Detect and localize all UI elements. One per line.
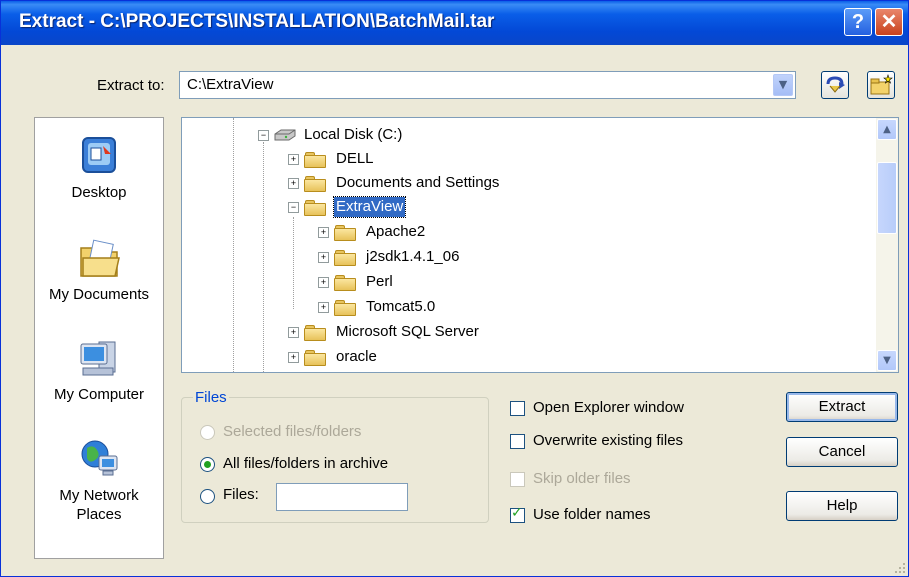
files-input[interactable] [276,483,408,511]
scroll-down-icon[interactable]: ▼ [877,350,897,371]
extract-button[interactable]: Extract [786,392,898,422]
extract-to-value: C:\ExtraView [187,76,274,93]
overwrite-label: Overwrite existing files [533,432,684,449]
desktop-icon [75,134,123,180]
scroll-up-icon[interactable]: ▲ [877,119,897,140]
expand-icon[interactable]: + [288,327,299,338]
expand-icon[interactable]: + [318,277,329,288]
folder-icon [304,325,326,341]
place-network[interactable]: My Network Places [35,436,163,524]
tree-label: DELL [336,150,374,167]
places-bar: Desktop My Documents My Computer My Netw… [34,117,164,559]
place-desktop[interactable]: Desktop [35,134,163,201]
place-label-network: My Network Places [59,487,139,523]
folder-return-icon [826,76,845,93]
place-label-desktop: Desktop [71,184,127,201]
expand-icon[interactable]: + [318,302,329,313]
network-places-icon [75,436,123,482]
folder-icon [304,152,326,168]
open-explorer-label: Open Explorer window [533,399,684,416]
extract-dialog: Extract - C:\PROJECTS\INSTALLATION\Batch… [0,0,909,577]
expand-icon[interactable]: + [318,227,329,238]
files-radio[interactable] [200,489,215,504]
use-folder-names-checkbox[interactable]: ✓ [510,505,525,523]
files-label: Files: [223,486,259,503]
place-label-my-documents: My Documents [48,286,150,303]
expand-icon[interactable]: + [288,352,299,363]
collapse-icon[interactable]: − [258,130,269,141]
skip-older-checkbox[interactable] [510,472,525,487]
tree-label: Tomcat5.0 [366,298,436,315]
files-group-title: Files [193,389,229,406]
hard-drive-icon [274,129,296,141]
window-title: Extract - C:\PROJECTS\INSTALLATION\Batch… [19,11,495,32]
tree-label: Perl [366,273,393,290]
extract-to-combobox[interactable]: C:\ExtraView ▼ [179,71,796,99]
expand-icon[interactable]: + [288,178,299,189]
cancel-button[interactable]: Cancel [786,437,898,467]
tree-scrollbar[interactable]: ▲ ▼ [876,118,898,372]
open-folder-icon [304,200,326,216]
tree-line [233,118,234,372]
use-folder-names-label: Use folder names [533,506,651,523]
title-bar[interactable]: Extract - C:\PROJECTS\INSTALLATION\Batch… [1,1,908,45]
tree-label: Apache2 [366,223,426,240]
new-folder-button[interactable] [867,71,895,99]
my-computer-icon [75,336,123,382]
tree-label-selected: ExtraView [332,196,407,218]
checkmark-icon: ✓ [511,505,523,521]
folder-icon [304,176,326,192]
close-button[interactable]: ✕ [875,8,903,36]
my-documents-icon [75,236,123,282]
folder-tree[interactable]: − Local Disk (C:) + DELL + Documents and… [181,117,899,373]
scroll-thumb[interactable] [877,162,897,234]
tree-label: Microsoft SQL Server [336,323,479,340]
folder-icon [334,300,356,316]
chevron-down-icon[interactable]: ▼ [773,74,793,96]
tree-label: oracle [336,348,377,365]
selected-files-label: Selected files/folders [223,423,362,440]
help-title-button[interactable]: ? [844,8,872,36]
tree-label: Documents and Settings [336,174,500,191]
overwrite-checkbox[interactable] [510,434,525,449]
extract-to-label: Extract to: [97,77,165,94]
new-folder-icon [870,74,893,95]
selected-files-radio[interactable] [200,425,215,440]
resize-grip-icon[interactable] [894,562,906,574]
place-my-documents[interactable]: My Documents [35,236,163,303]
tree-label-local-disk: Local Disk (C:) [304,126,403,143]
place-my-computer[interactable]: My Computer [35,336,163,403]
skip-older-label: Skip older files [533,470,631,487]
expand-icon[interactable]: + [288,154,299,165]
open-explorer-checkbox[interactable] [510,401,525,416]
all-files-label: All files/folders in archive [223,455,389,472]
folder-icon [334,225,356,241]
go-back-folder-button[interactable] [821,71,849,99]
place-label-my-computer: My Computer [53,386,145,403]
folder-icon [334,250,356,266]
help-button[interactable]: Help [786,491,898,521]
folder-icon [304,350,326,366]
all-files-radio[interactable] [200,457,215,472]
tree-line [293,217,294,309]
tree-label: j2sdk1.4.1_06 [366,248,460,265]
tree-line [263,142,264,372]
collapse-icon[interactable]: − [288,202,299,213]
folder-icon [334,275,356,291]
expand-icon[interactable]: + [318,252,329,263]
